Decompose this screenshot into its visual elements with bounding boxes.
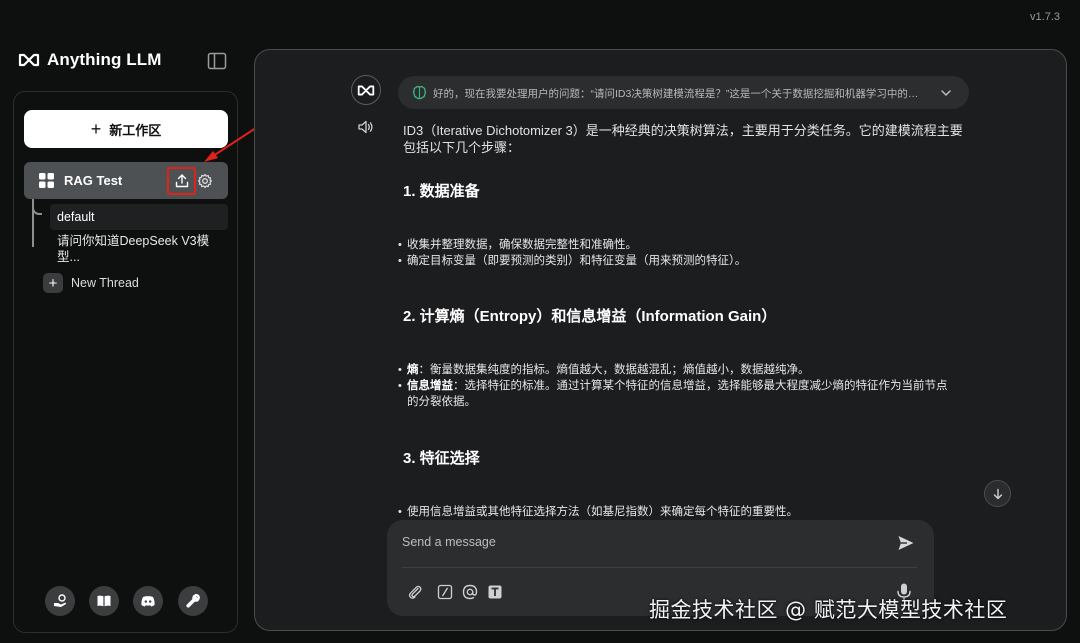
sidebar-toggle-icon[interactable] — [207, 52, 227, 70]
thread-item-deepseek[interactable]: 请问你知道DeepSeek V3模型... — [57, 233, 222, 265]
new-thread-button[interactable]: + New Thread — [43, 273, 139, 293]
section-heading: 1. 数据准备 — [403, 183, 480, 200]
bullet-item: • 信息增益：选择特征的标准。通过计算某个特征的信息增益，选择能够最大程度减少熵的… — [398, 380, 948, 408]
workspace-grid-icon — [39, 173, 54, 188]
upload-icon[interactable] — [167, 167, 196, 195]
attachment-paperclip-icon[interactable] — [406, 583, 424, 601]
bullet-item: • 收集并整理数据，确保数据完整性和准确性。 — [398, 239, 637, 251]
bullet-item: • 确定目标变量（即要预测的类别）和特征变量（用来预测的特征）。 — [398, 255, 747, 267]
assistant-message: ID3（Iterative Dichotomizer 3）是一种经典的决策树算法… — [403, 122, 963, 156]
workspace-item-rag-test[interactable]: RAG Test — [24, 162, 228, 199]
section-heading: 3. 特征选择 — [403, 450, 480, 467]
arrow-down-icon — [993, 488, 1002, 499]
workspace-settings-gear-icon[interactable] — [196, 172, 214, 190]
section-heading: 2. 计算熵（Entropy）和信息增益（Information Gain） — [403, 308, 777, 325]
agent-mention-icon[interactable] — [461, 583, 479, 601]
plus-icon: + — [90, 119, 102, 139]
chevron-down-icon — [941, 90, 951, 96]
message-input[interactable] — [402, 532, 882, 552]
app-version: v1.7.3 — [1030, 11, 1060, 23]
slash-command-icon[interactable] — [436, 583, 454, 601]
community-hub-icon[interactable] — [45, 586, 75, 616]
thinking-text: 好的，现在我要处理用户的问题：“请问ID3决策树建模流程是？”这是一个关于数据挖… — [433, 88, 925, 100]
thread-tree-branch — [32, 199, 42, 215]
app-name: Anything LLM — [47, 50, 162, 69]
brain-icon — [412, 85, 427, 100]
bullet-item: • 熵：衡量数据集纯度的指标。熵值越大，数据越混乱；熵值越小，数据越纯净。 — [398, 364, 810, 376]
bullet-item: • 使用信息增益或其他特征选择方法（如基尼指数）来确定每个特征的重要性。 — [398, 506, 798, 518]
text-size-icon[interactable] — [486, 583, 504, 601]
plus-icon: + — [43, 273, 63, 293]
send-icon[interactable] — [896, 533, 916, 553]
composer-divider — [402, 567, 917, 568]
answer-intro: ID3（Iterative Dichotomizer 3）是一种经典的决策树算法… — [403, 123, 963, 155]
thread-item-default[interactable]: default — [50, 204, 228, 230]
workspace-name: RAG Test — [64, 173, 123, 188]
anything-llm-logo-icon — [18, 53, 40, 67]
new-thread-label: New Thread — [71, 276, 139, 290]
discord-icon[interactable] — [133, 586, 163, 616]
docs-book-icon[interactable] — [89, 586, 119, 616]
thinking-process-toggle[interactable]: 好的，现在我要处理用户的问题：“请问ID3决策树建模流程是？”这是一个关于数据挖… — [398, 76, 969, 109]
speaker-icon[interactable] — [357, 119, 375, 135]
settings-wrench-icon[interactable] — [178, 586, 208, 616]
watermark-text: 掘金技术社区 @ 赋范大模型技术社区 — [649, 598, 1008, 622]
assistant-avatar — [351, 75, 381, 105]
new-workspace-label: 新工作区 — [109, 122, 162, 138]
app-logo: Anything LLM — [18, 50, 162, 70]
scroll-down-button[interactable] — [984, 480, 1011, 507]
anything-llm-logo-icon — [357, 85, 375, 95]
